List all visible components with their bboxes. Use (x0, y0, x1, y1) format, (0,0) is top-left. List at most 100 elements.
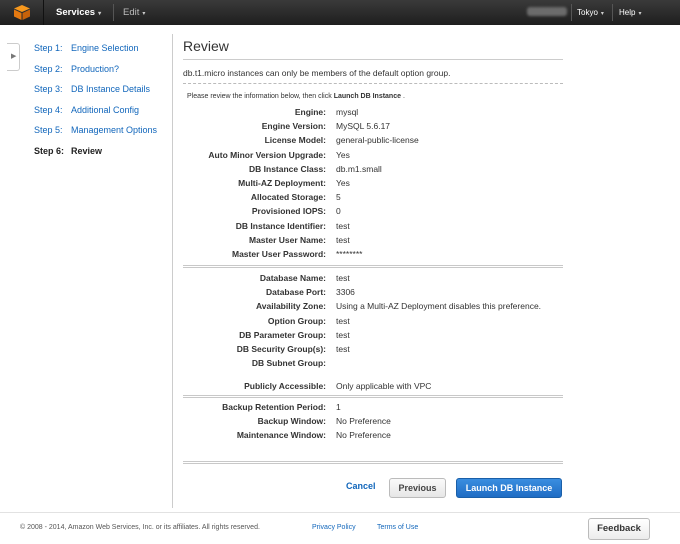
step-db-instance-details[interactable]: Step 3: DB Instance Details (34, 84, 150, 94)
aws-logo[interactable] (0, 0, 44, 25)
field-label: Publicly Accessible: (244, 381, 326, 392)
field-label: Master User Name: (248, 234, 326, 245)
page-title: Review (183, 38, 229, 54)
services-menu[interactable]: Services ▾ (56, 7, 101, 18)
step-engine-selection[interactable]: Step 1: Engine Selection (34, 43, 139, 53)
terms-of-use-link[interactable]: Terms of Use (377, 524, 418, 531)
review-field-row: Availability Zone: Using a Multi-AZ Deplo… (0, 301, 680, 313)
review-field-row: Auto Minor Version Upgrade: Yes (0, 150, 680, 162)
field-label: DB Subnet Group: (251, 358, 326, 369)
nav-divider (113, 4, 114, 21)
previous-button[interactable]: Previous (389, 478, 446, 498)
field-value: test (336, 273, 350, 283)
review-field-row: Provisioned IOPS: 0 (0, 206, 680, 218)
instruction-emphasis: Launch DB Instance (333, 93, 401, 100)
footer-divider (0, 512, 680, 513)
section-divider (183, 265, 563, 268)
region-label: Tokyo (577, 8, 598, 17)
field-label: Backup Retention Period: (222, 402, 326, 412)
review-field-row: Database Port: 3306 (0, 287, 680, 299)
review-field-row: Allocated Storage: 5 (0, 192, 680, 204)
field-value: db.m1.small (336, 163, 382, 174)
field-value: 5 (336, 192, 341, 203)
help-menu[interactable]: Help ▾ (619, 8, 641, 17)
notice-divider (183, 83, 563, 84)
field-value: test (336, 220, 350, 231)
review-field-row: Master User Password: ******** (0, 249, 680, 261)
chevron-down-icon: ▾ (600, 11, 604, 17)
review-field-row: DB Instance Class: db.m1.small (0, 164, 680, 176)
review-field-row: License Model: general-public-license (0, 135, 680, 147)
field-value: Only applicable with VPC (336, 381, 432, 392)
field-value: No Preference (336, 430, 391, 441)
field-value: test (336, 344, 350, 354)
review-instruction: Please review the information below, the… (187, 93, 405, 100)
field-label: License Model: (264, 135, 326, 146)
step-number: Step 3: (34, 84, 63, 94)
field-label: Provisioned IOPS: (251, 206, 326, 217)
field-value: general-public-license (336, 135, 419, 146)
field-label: Availability Zone: (255, 301, 326, 312)
feedback-button[interactable]: Feedback (588, 518, 650, 540)
field-label: Auto Minor Version Upgrade: (208, 149, 326, 160)
privacy-policy-link[interactable]: Privacy Policy (312, 524, 356, 531)
sidebar-collapse-toggle[interactable]: ▶ (7, 43, 20, 71)
field-value: 3306 (336, 287, 355, 298)
review-field-row: DB Subnet Group: (0, 358, 680, 370)
field-label: DB Instance Class: (249, 163, 326, 174)
edit-label: Edit (123, 7, 140, 18)
field-label: Maintenance Window: (236, 430, 326, 441)
step-production[interactable]: Step 2: Production? (34, 64, 119, 74)
launch-db-instance-button[interactable]: Launch DB Instance (456, 478, 562, 498)
field-label: Database Port: (266, 287, 326, 298)
nav-divider (612, 4, 613, 21)
step-label: DB Instance Details (71, 84, 151, 94)
help-label: Help (619, 8, 636, 17)
chevron-right-icon: ▶ (11, 53, 17, 60)
field-label: Allocated Storage: (250, 192, 326, 203)
field-value: ******** (336, 249, 363, 259)
field-value: Yes (336, 149, 350, 160)
field-label: Engine: (294, 107, 326, 117)
field-value: MySQL 5.6.17 (336, 121, 391, 132)
chevron-down-icon: ▾ (98, 11, 102, 17)
region-menu[interactable]: Tokyo ▾ (577, 8, 604, 17)
review-field-row: DB Parameter Group: test (0, 330, 680, 342)
field-label: DB Parameter Group: (239, 329, 326, 340)
instruction-text: . (402, 93, 405, 100)
field-label: Database Name: (259, 273, 326, 283)
option-group-notice: db.t1.micro instances can only be member… (183, 68, 451, 78)
instruction-text: Please review the information below, the… (187, 93, 332, 100)
field-label: Master User Password: (231, 249, 326, 259)
field-value: 0 (336, 206, 341, 217)
field-label: DB Security Group(s): (236, 344, 326, 354)
chevron-down-icon: ▾ (638, 11, 642, 17)
field-value: test (336, 329, 350, 340)
step-number: Step 2: (34, 64, 63, 74)
edit-menu[interactable]: Edit ▾ (123, 7, 145, 18)
field-value: test (336, 234, 350, 245)
review-field-row: DB Instance Identifier: test (0, 221, 680, 233)
field-value: No Preference (336, 416, 391, 427)
review-field-row: Option Group: test (0, 316, 680, 328)
account-menu-redacted[interactable] (527, 7, 567, 16)
field-value: test (336, 315, 350, 326)
section-divider (183, 395, 563, 398)
field-value: 1 (336, 402, 341, 412)
cancel-button[interactable]: Cancel (346, 481, 376, 491)
top-navigation-bar: Services ▾ Edit ▾ Tokyo ▾ Help ▾ (0, 0, 680, 25)
title-divider (183, 59, 563, 60)
review-field-row: DB Security Group(s): test (0, 344, 680, 356)
review-field-row: Backup Window: No Preference (0, 416, 680, 428)
field-label: DB Instance Identifier: (235, 220, 326, 231)
section-divider (183, 461, 563, 464)
review-field-row: Engine Version: MySQL 5.6.17 (0, 121, 680, 133)
review-field-row: Multi-AZ Deployment: Yes (0, 178, 680, 190)
services-label: Services (56, 7, 96, 18)
field-value: Yes (336, 178, 350, 188)
field-value: Using a Multi-AZ Deployment disables thi… (336, 301, 542, 312)
chevron-down-icon: ▾ (142, 11, 146, 17)
review-field-row: Publicly Accessible: Only applicable with… (0, 381, 680, 393)
copyright-text: © 2008 - 2014, Amazon Web Services, Inc.… (20, 524, 260, 531)
field-label: Multi-AZ Deployment: (238, 178, 326, 188)
